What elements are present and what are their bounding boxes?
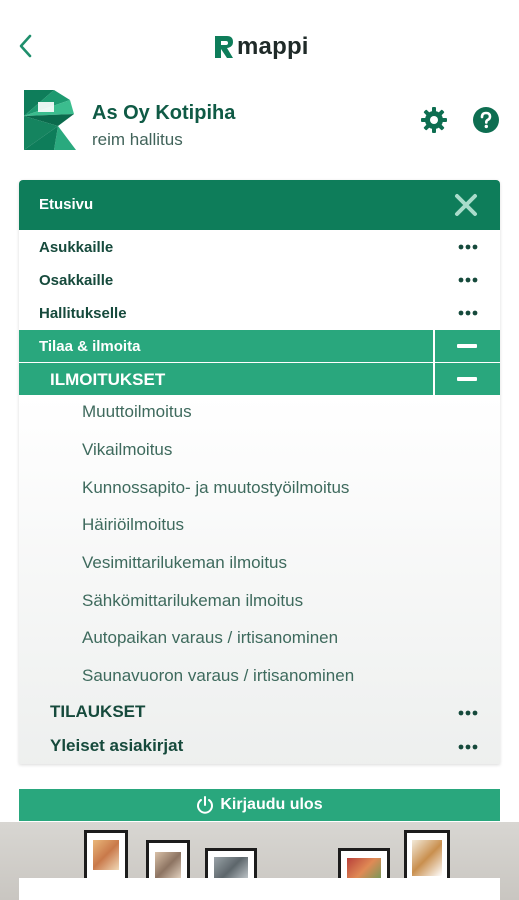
- company-logo-icon: [24, 90, 76, 150]
- brand-name: mappi: [237, 33, 309, 60]
- gear-icon[interactable]: [420, 106, 448, 134]
- logout-label: Kirjaudu ulos: [220, 796, 323, 813]
- housing-company-header: As Oy Kotipiha reim hallitus: [0, 88, 519, 158]
- menu-item-hallitukselle[interactable]: Hallitukselle: [19, 297, 500, 329]
- chevron-left-icon[interactable]: [14, 32, 38, 60]
- submenu-item[interactable]: Autopaikan varaus / irtisanominen: [82, 628, 338, 648]
- collapse-minus-icon[interactable]: [457, 344, 477, 348]
- more-dots-icon[interactable]: [458, 710, 478, 716]
- more-dots-icon[interactable]: [458, 277, 478, 283]
- brand-logo: mappi: [213, 30, 309, 64]
- submenu-item[interactable]: Häiriöilmoitus: [82, 515, 184, 535]
- top-bar: mappi: [0, 0, 519, 92]
- user-role: reim hallitus: [92, 130, 183, 149]
- submenu-item[interactable]: Sähkömittarilukeman ilmoitus: [82, 591, 303, 611]
- picture-frame: [84, 830, 128, 884]
- menu-subsection-label: ILMOITUKSET: [50, 370, 166, 389]
- menu-header: Etusivu: [19, 180, 500, 230]
- menu-section-tilaa-ilmoita[interactable]: Tilaa & ilmoita: [19, 330, 500, 362]
- help-icon[interactable]: [472, 106, 500, 134]
- menu-title[interactable]: Etusivu: [39, 196, 93, 213]
- more-dots-icon[interactable]: [458, 310, 478, 316]
- submenu-item[interactable]: Muuttoilmoitus: [82, 402, 192, 422]
- submenu-item[interactable]: Vesimittarilukeman ilmoitus: [82, 553, 287, 573]
- more-dots-icon[interactable]: [458, 744, 478, 750]
- logout-button[interactable]: Kirjaudu ulos: [19, 789, 500, 821]
- menu-subsection-tilaukset[interactable]: TILAUKSET: [50, 702, 145, 722]
- menu-subsection-yleiset-asiakirjat[interactable]: Yleiset asiakirjat: [50, 736, 183, 756]
- navigation-menu: Etusivu Asukkaille Osakkaille Hallitukse…: [19, 180, 500, 764]
- close-icon[interactable]: [453, 192, 479, 218]
- content-card-edge: [19, 878, 500, 900]
- menu-section-label: Tilaa & ilmoita: [39, 338, 141, 355]
- divider: [433, 330, 435, 362]
- menu-subsection-ilmoitukset[interactable]: ILMOITUKSET: [19, 363, 500, 395]
- submenu-item[interactable]: Vikailmoitus: [82, 440, 172, 460]
- submenu-item[interactable]: Saunavuoron varaus / irtisanominen: [82, 666, 354, 686]
- power-icon: [197, 796, 214, 814]
- divider: [433, 363, 435, 395]
- submenu-list: Muuttoilmoitus Vikailmoitus Kunnossapito…: [19, 396, 500, 764]
- company-name: As Oy Kotipiha: [92, 102, 236, 124]
- submenu-item[interactable]: Kunnossapito- ja muutostyöilmoitus: [82, 478, 349, 498]
- more-dots-icon[interactable]: [458, 244, 478, 250]
- collapse-minus-icon[interactable]: [457, 377, 477, 381]
- menu-item-label: Hallitukselle: [39, 305, 127, 322]
- menu-item-label: Osakkaille: [39, 272, 114, 289]
- background-photo-wall: [0, 822, 519, 900]
- menu-item-asukkaille[interactable]: Asukkaille: [19, 231, 500, 263]
- mappi-logo-icon: [215, 36, 233, 58]
- menu-item-label: Asukkaille: [39, 239, 114, 256]
- menu-item-osakkaille[interactable]: Osakkaille: [19, 264, 500, 296]
